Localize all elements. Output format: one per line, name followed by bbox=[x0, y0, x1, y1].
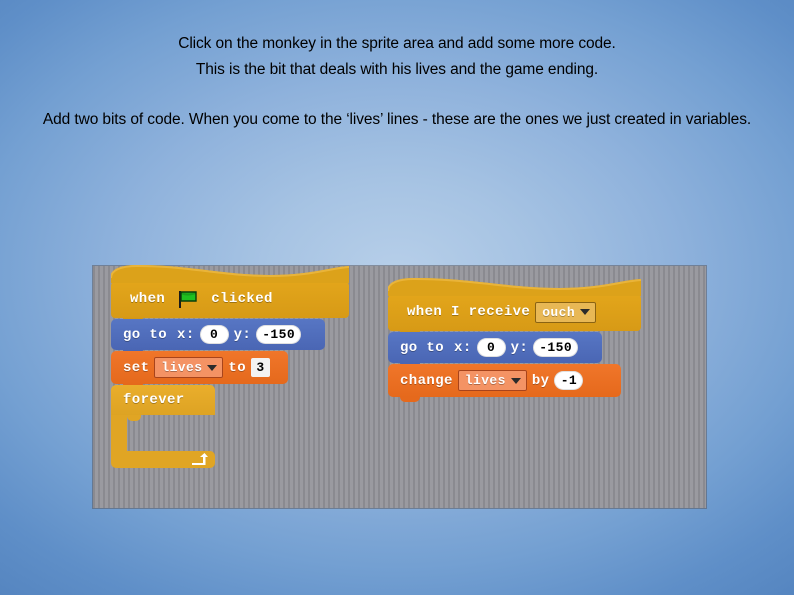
go-to-label: go to bbox=[123, 326, 168, 343]
slide-canvas: Click on the monkey in the sprite area a… bbox=[0, 0, 794, 595]
hat-block-curve bbox=[388, 278, 641, 296]
block-set-variable[interactable]: set lives to 3 bbox=[111, 351, 288, 389]
y-value-input[interactable]: -150 bbox=[256, 325, 302, 344]
message-name: ouch bbox=[542, 304, 576, 320]
instruction-line: This is the bit that deals with his live… bbox=[195, 61, 599, 78]
when-label: when bbox=[130, 291, 166, 307]
to-label: to bbox=[228, 359, 247, 376]
instruction-line: Click on the monkey in the sprite area a… bbox=[178, 35, 616, 52]
x-value-input[interactable]: 0 bbox=[476, 338, 506, 357]
x-value-input[interactable]: 0 bbox=[199, 325, 229, 344]
block-when-i-receive[interactable]: when I receive ouch bbox=[388, 278, 641, 336]
variable-dropdown-lives[interactable]: lives bbox=[457, 370, 527, 391]
hat-block-curve bbox=[111, 265, 349, 283]
y-value-input[interactable]: -150 bbox=[533, 338, 579, 357]
chevron-down-icon bbox=[580, 309, 591, 315]
message-dropdown-ouch[interactable]: ouch bbox=[535, 301, 597, 323]
block-go-to-xy[interactable]: go to x: 0 y: -150 bbox=[388, 332, 602, 368]
forever-footer bbox=[111, 451, 215, 468]
variable-name: lives bbox=[464, 373, 506, 388]
forever-header[interactable]: forever bbox=[111, 385, 215, 415]
change-label: change bbox=[400, 372, 453, 389]
instruction-paragraph-1: Click on the monkey in the sprite area a… bbox=[0, 31, 794, 83]
script-when-i-receive[interactable]: when I receive ouch go to x: 0 y: -150 c… bbox=[388, 278, 641, 402]
block-when-flag-clicked[interactable]: when clicked bbox=[111, 265, 349, 323]
by-label: by bbox=[531, 372, 550, 389]
y-label: y: bbox=[233, 326, 252, 343]
variable-dropdown-lives[interactable]: lives bbox=[154, 357, 224, 378]
block-change-variable[interactable]: change lives by -1 bbox=[388, 364, 621, 402]
script-green-flag[interactable]: when clicked go to x: 0 y: -150 set live… bbox=[111, 265, 349, 468]
block-forever[interactable]: forever bbox=[111, 385, 349, 468]
when-i-receive-label: when I receive bbox=[407, 304, 531, 320]
change-value-input[interactable]: -1 bbox=[554, 371, 584, 390]
block-notch bbox=[400, 396, 420, 402]
scratch-code-panel: when clicked go to x: 0 y: -150 set live… bbox=[93, 265, 706, 508]
x-label: x: bbox=[177, 326, 195, 343]
clicked-label: clicked bbox=[211, 291, 273, 307]
forever-arm bbox=[111, 415, 141, 451]
x-label: x: bbox=[454, 339, 472, 356]
go-to-label: go to bbox=[400, 339, 445, 356]
green-flag-icon bbox=[179, 290, 197, 308]
set-value-input[interactable]: 3 bbox=[251, 358, 271, 377]
instruction-paragraph-2: Add two bits of code. When you come to t… bbox=[0, 107, 794, 133]
forever-label: forever bbox=[123, 392, 185, 408]
block-go-to-xy[interactable]: go to x: 0 y: -150 bbox=[111, 319, 325, 355]
instruction-line: Add two bits of code. When you come to t… bbox=[42, 111, 752, 128]
chevron-down-icon bbox=[207, 364, 218, 371]
y-label: y: bbox=[510, 339, 529, 356]
set-label: set bbox=[123, 359, 150, 376]
loop-arrow-icon bbox=[192, 453, 208, 465]
variable-name: lives bbox=[161, 360, 203, 375]
chevron-down-icon bbox=[510, 377, 521, 384]
